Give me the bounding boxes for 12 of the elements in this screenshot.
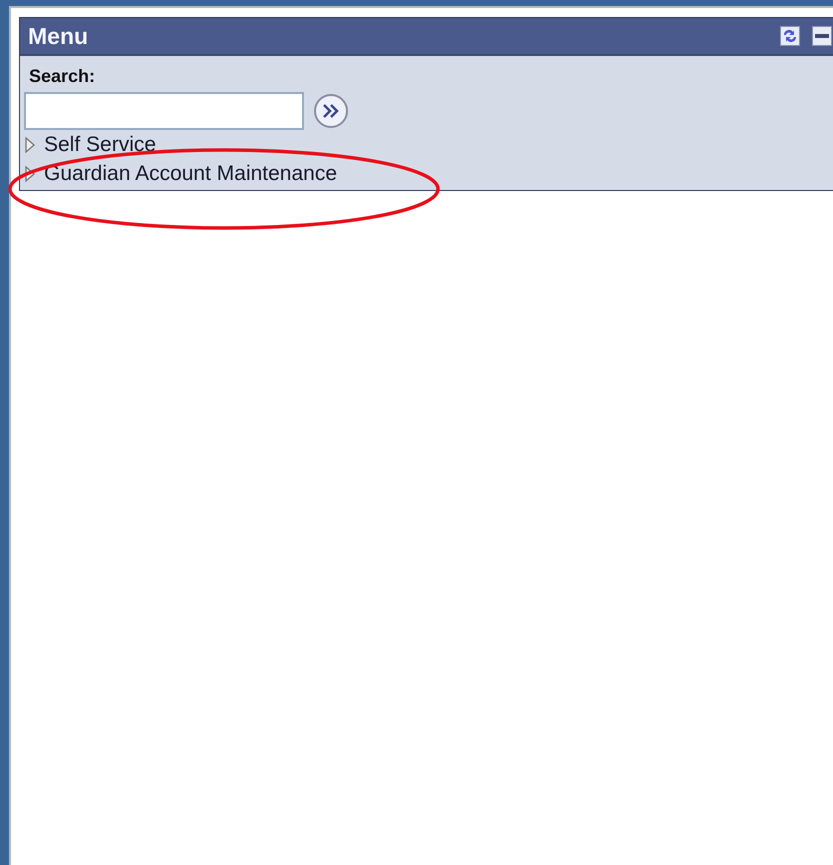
refresh-button[interactable]: [780, 26, 800, 46]
panel-title: Menu: [28, 22, 90, 50]
minimize-button[interactable]: [812, 26, 832, 46]
refresh-icon: [781, 27, 799, 45]
menu-item[interactable]: Self Service: [44, 130, 156, 159]
minimize-icon: [815, 34, 829, 38]
search-go-button[interactable]: [314, 94, 348, 128]
collapsed-triangle-icon[interactable]: [24, 164, 36, 182]
double-chevron-icon: [321, 103, 341, 119]
search-field[interactable]: [24, 92, 304, 130]
search-label: Search:: [29, 66, 96, 87]
collapsed-triangle-icon[interactable]: [24, 136, 36, 154]
